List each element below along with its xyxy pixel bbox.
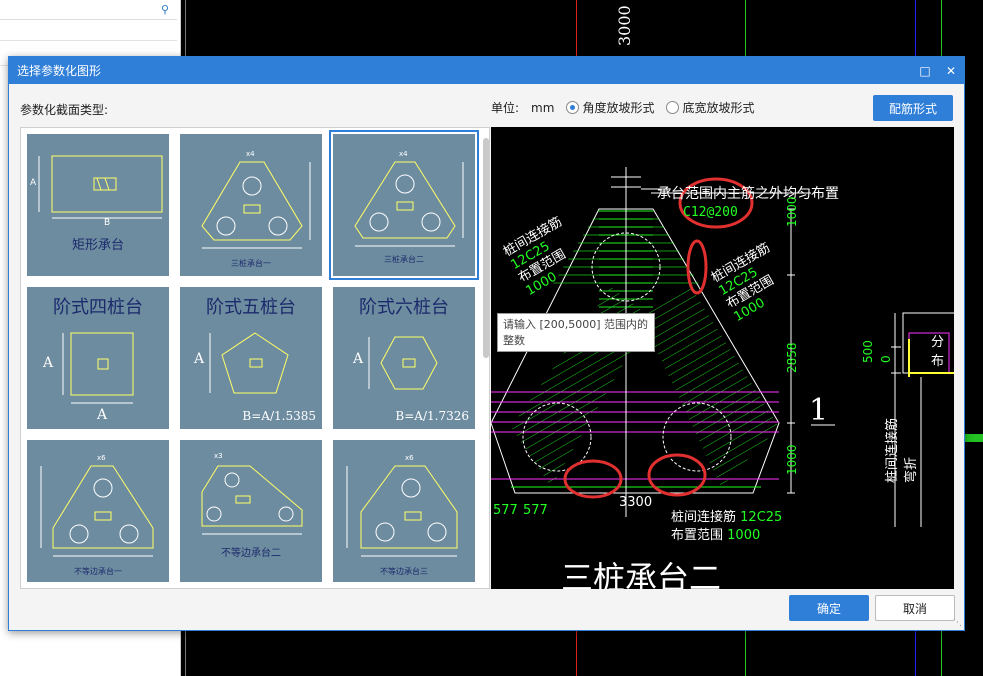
input-range-tooltip: 请输入 [200,5000] 范围内的整数	[497, 313, 655, 352]
dim-bottom: 1000	[785, 444, 799, 475]
search-icon[interactable]: ⚲	[161, 3, 169, 16]
dim-label: x4	[246, 150, 255, 158]
dim-label: A	[97, 407, 108, 423]
bottom-range-label: 布置范围	[671, 528, 724, 543]
radio-bottom-width-slope[interactable]: 底宽放坡形式	[666, 99, 754, 116]
shape-thumb-unequal-1[interactable]: x6 不等边承台一	[27, 440, 169, 582]
shape-thumb-unequal-3[interactable]: x6 不等边承台三	[333, 440, 475, 582]
dim-label: x3	[214, 452, 223, 460]
unit-label: 单位:	[491, 101, 520, 115]
dim-top: 1000	[785, 196, 799, 227]
dim-label: A	[353, 351, 364, 367]
rect-cap-drawing	[38, 155, 163, 219]
unit-options: 单位: mm 角度放坡形式 底宽放坡形式	[491, 99, 754, 116]
dim-label: A	[30, 178, 37, 188]
dim-label: x6	[97, 454, 106, 462]
close-icon[interactable]: ✕	[938, 64, 964, 78]
shape-thumb-step-six-pile[interactable]: 阶式六桩台 A B=A/1.7326	[333, 287, 475, 429]
dim-0: 0	[879, 355, 893, 363]
dim-label: B	[104, 218, 111, 228]
parametric-shape-dialog: 选择参数化图形 □ ✕ 参数化截面类型: 单位: mm 角度放坡形式 底宽放坡形…	[8, 56, 965, 631]
dim-label: x4	[399, 150, 408, 158]
side-label: 桩间连接筋弯折	[885, 417, 919, 483]
shape-thumb-rect-cap[interactable]: A B 矩形承台	[27, 134, 169, 276]
dim-left-2: 577	[523, 503, 548, 518]
background-search-bar[interactable]: ⚲	[0, 0, 177, 20]
shape-thumb-three-pile-1[interactable]: x4 三桩承台一	[180, 134, 322, 276]
cancel-button[interactable]: 取消	[875, 595, 955, 621]
ok-button[interactable]: 确定	[789, 595, 869, 621]
dim-label: A	[43, 355, 54, 371]
unequal-2-drawing	[201, 465, 303, 535]
shape-thumb-step-five-pile[interactable]: 阶式五桩台 A B=A/1.5385	[180, 287, 322, 429]
top-note: 承台范围内主筋之外均匀布置	[657, 186, 839, 202]
unit-value: mm	[531, 100, 555, 115]
shape-caption: 不等边承台一	[74, 567, 122, 576]
bottom-rebar-note: 桩间连接筋 12C25 布置范围 1000	[671, 509, 782, 545]
bottom-rebar-label: 桩间连接筋	[671, 510, 737, 525]
rebar-form-button[interactable]: 配筋形式	[873, 95, 953, 121]
dialog-toolbar: 参数化截面类型: 单位: mm 角度放坡形式 底宽放坡形式 配筋形式	[9, 84, 964, 122]
shape-caption: 不等边承台二	[221, 548, 281, 559]
background-dimension-label: 3000	[615, 5, 634, 46]
side-box-text: 分布	[931, 335, 945, 369]
shape-caption: 三桩承台二	[384, 255, 424, 264]
shape-caption: 不等边承台三	[380, 567, 428, 576]
bottom-rebar-value: 12C25	[740, 510, 783, 525]
resize-grip-icon[interactable]: ⋱	[953, 618, 962, 628]
bottom-range-value: 1000	[727, 528, 761, 543]
shape-thumb-three-pile-2[interactable]: x4 三桩承台二	[329, 130, 479, 280]
dim-mid: 2858	[785, 342, 799, 373]
top-rebar: C12@200	[683, 205, 738, 220]
shape-caption: 三桩承台一	[231, 259, 271, 268]
dim-left-1: 577	[493, 503, 518, 518]
shape-thumb-step-four-pile[interactable]: 阶式四桩台 A A	[27, 287, 169, 429]
gallery-scrollbar[interactable]	[483, 138, 489, 358]
shape-caption: 矩形承台	[71, 238, 124, 253]
dialog-titlebar[interactable]: 选择参数化图形 □ ✕	[9, 57, 964, 84]
shape-formula: B=A/1.5385	[242, 409, 316, 423]
radio-bottom-width-slope-label: 底宽放坡形式	[682, 101, 755, 115]
radio-indicator[interactable]	[566, 101, 580, 114]
unequal-3-drawing	[346, 465, 458, 557]
dim-width: 3300	[619, 495, 653, 510]
dialog-title: 选择参数化图形	[17, 64, 102, 78]
dim-500: 500	[861, 340, 875, 363]
shape-gallery: A B 矩形承台 x4 三桩承台一 x4 三桩承台二 阶式四桩台 A A 阶式五…	[20, 127, 490, 589]
radio-indicator[interactable]	[666, 101, 680, 114]
radio-angle-slope-label: 角度放坡形式	[582, 101, 655, 115]
preview-title: 三桩承台二	[561, 559, 722, 589]
section-mark: 1	[809, 393, 829, 428]
dim-label: A	[194, 351, 205, 367]
dim-label: x6	[405, 454, 414, 462]
maximize-icon[interactable]: □	[912, 64, 938, 78]
shape-preview-canvas: 承台范围内主筋之外均匀布置 C12@200 桩间连接筋 12C25 布置范围 1…	[491, 127, 954, 589]
radio-angle-slope[interactable]: 角度放坡形式	[566, 99, 654, 116]
section-type-label: 参数化截面类型:	[20, 103, 109, 117]
shape-formula: B=A/1.7326	[395, 409, 469, 423]
shape-thumb-unequal-2[interactable]: x3 不等边承台二	[180, 440, 322, 582]
